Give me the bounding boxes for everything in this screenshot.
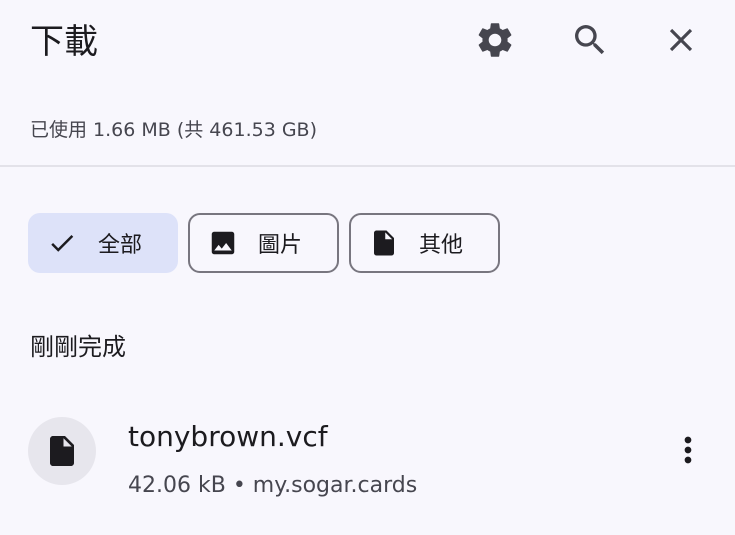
more-vert-icon bbox=[684, 436, 692, 464]
image-icon bbox=[208, 228, 238, 258]
file-size: 42.06 kB bbox=[128, 473, 226, 498]
filter-chip-other[interactable]: 其他 bbox=[349, 213, 500, 273]
meta-separator: • bbox=[232, 473, 246, 498]
chip-label: 圖片 bbox=[258, 233, 303, 258]
chip-label: 其他 bbox=[419, 233, 464, 258]
file-name: tonybrown.vcf bbox=[128, 420, 328, 453]
filter-chip-images[interactable]: 圖片 bbox=[188, 213, 339, 273]
file-icon bbox=[369, 228, 399, 258]
close-icon bbox=[669, 28, 693, 52]
divider bbox=[0, 165, 735, 167]
file-source: my.sogar.cards bbox=[252, 473, 418, 498]
file-meta: 42.06 kB • my.sogar.cards bbox=[128, 470, 417, 502]
section-header: 剛剛完成 bbox=[30, 333, 126, 361]
page-title: 下載 bbox=[30, 22, 98, 62]
check-icon bbox=[47, 228, 77, 258]
file-icon bbox=[50, 436, 74, 466]
filter-chip-all[interactable]: 全部 bbox=[28, 213, 178, 273]
storage-usage: 已使用 1.66 MB (共 461.53 GB) bbox=[30, 119, 317, 141]
chip-label: 全部 bbox=[98, 233, 143, 258]
gear-icon bbox=[478, 23, 512, 57]
search-button[interactable] bbox=[566, 16, 614, 64]
search-icon bbox=[575, 25, 605, 55]
more-options-button[interactable] bbox=[664, 426, 712, 474]
settings-button[interactable] bbox=[471, 16, 519, 64]
download-list-item[interactable]: tonybrown.vcf 42.06 kB • my.sogar.cards bbox=[0, 400, 735, 510]
top-app-bar: 下載 bbox=[0, 0, 735, 90]
file-avatar bbox=[28, 417, 96, 485]
close-button[interactable] bbox=[657, 16, 705, 64]
